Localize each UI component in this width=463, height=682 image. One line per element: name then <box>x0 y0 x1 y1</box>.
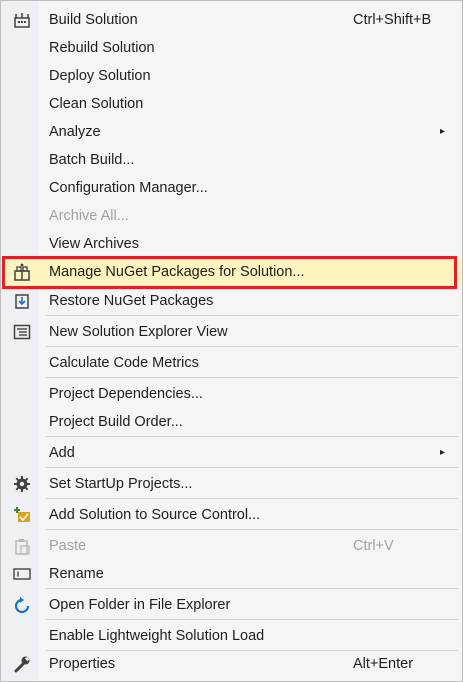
menu-item-label: Project Build Order... <box>49 414 183 430</box>
menu-separator <box>46 467 458 468</box>
wrench-icon <box>12 655 32 673</box>
menu-item-manage-nuget-packages[interactable]: Manage NuGet Packages for Solution... <box>2 258 461 286</box>
rename-icon <box>12 565 32 583</box>
build-icon <box>12 11 32 29</box>
menu-item-deploy-solution[interactable]: Deploy Solution <box>2 62 461 90</box>
menu-item-configuration-manager[interactable]: Configuration Manager... <box>2 174 461 202</box>
menu-item-new-solution-explorer-view[interactable]: New Solution Explorer View <box>2 318 461 346</box>
menu-separator <box>46 529 458 530</box>
menu-item-label: Rebuild Solution <box>49 40 155 56</box>
menu-item-label: Restore NuGet Packages <box>49 293 214 309</box>
solution-explorer-icon <box>12 323 32 341</box>
restore-packages-icon <box>12 292 32 310</box>
menu-item-label: Archive All... <box>49 208 129 224</box>
menu-separator <box>46 346 458 347</box>
menu-item-add-to-source-control[interactable]: Add Solution to Source Control... <box>2 501 461 529</box>
context-menu: Build Solution Ctrl+Shift+B Rebuild Solu… <box>0 0 463 682</box>
submenu-arrow-icon: ▸ <box>440 126 446 137</box>
menu-item-paste: Paste Ctrl+V <box>2 532 461 560</box>
menu-item-label: Project Dependencies... <box>49 386 203 402</box>
menu-item-label: Build Solution <box>49 12 138 28</box>
menu-item-label: Open Folder in File Explorer <box>49 597 231 613</box>
menu-item-label: Analyze <box>49 124 101 140</box>
menu-separator <box>46 436 458 437</box>
menu-item-build-solution[interactable]: Build Solution Ctrl+Shift+B <box>2 6 461 34</box>
source-control-icon <box>12 506 32 524</box>
menu-item-label: Set StartUp Projects... <box>49 476 193 492</box>
menu-item-label: Enable Lightweight Solution Load <box>49 628 265 644</box>
menu-item-label: New Solution Explorer View <box>49 324 228 340</box>
submenu-arrow-icon: ▸ <box>440 447 446 458</box>
menu-item-add[interactable]: Add ▸ <box>2 439 461 467</box>
menu-item-label: Deploy Solution <box>49 68 151 84</box>
paste-icon <box>12 537 32 555</box>
menu-item-label: Add Solution to Source Control... <box>49 507 261 523</box>
menu-item-label: Rename <box>49 566 104 582</box>
menu-item-view-archives[interactable]: View Archives <box>2 230 461 258</box>
menu-item-label: Manage NuGet Packages for Solution... <box>49 264 305 280</box>
menu-item-open-folder-in-explorer[interactable]: Open Folder in File Explorer <box>2 591 461 619</box>
menu-item-label: Configuration Manager... <box>49 180 208 196</box>
menu-item-set-startup-projects[interactable]: Set StartUp Projects... <box>2 470 461 498</box>
menu-item-clean-solution[interactable]: Clean Solution <box>2 90 461 118</box>
shortcut-text: Ctrl+Shift+B <box>353 12 432 28</box>
menu-item-rebuild-solution[interactable]: Rebuild Solution <box>2 34 461 62</box>
menu-item-label: Paste <box>49 538 87 554</box>
menu-item-batch-build[interactable]: Batch Build... <box>2 146 461 174</box>
menu-item-label: Calculate Code Metrics <box>49 355 199 371</box>
menu-item-rename[interactable]: Rename <box>2 560 461 588</box>
menu-item-label: Add <box>49 445 75 461</box>
menu-separator <box>46 315 458 316</box>
shortcut-text: Alt+Enter <box>353 656 414 672</box>
menu-item-project-dependencies[interactable]: Project Dependencies... <box>2 380 461 408</box>
menu-item-label: View Archives <box>49 236 139 252</box>
menu-item-restore-nuget-packages[interactable]: Restore NuGet Packages <box>2 287 461 315</box>
menu-item-project-build-order[interactable]: Project Build Order... <box>2 408 461 436</box>
menu-separator <box>46 377 458 378</box>
menu-separator <box>46 588 458 589</box>
menu-item-label: Batch Build... <box>49 152 135 168</box>
gear-icon <box>12 475 32 493</box>
menu-item-archive-all: Archive All... <box>2 202 461 230</box>
menu-separator <box>46 619 458 620</box>
menu-item-label: Properties <box>49 656 116 672</box>
menu-item-analyze[interactable]: Analyze ▸ <box>2 118 461 146</box>
menu-separator <box>46 498 458 499</box>
menu-item-properties[interactable]: Properties Alt+Enter <box>2 650 461 678</box>
open-folder-icon <box>12 596 32 614</box>
menu-item-calculate-code-metrics[interactable]: Calculate Code Metrics <box>2 349 461 377</box>
menu-item-enable-lightweight-load[interactable]: Enable Lightweight Solution Load <box>2 622 461 650</box>
shortcut-text: Ctrl+V <box>353 538 394 554</box>
nuget-icon <box>12 263 32 281</box>
menu-item-label: Clean Solution <box>49 96 144 112</box>
